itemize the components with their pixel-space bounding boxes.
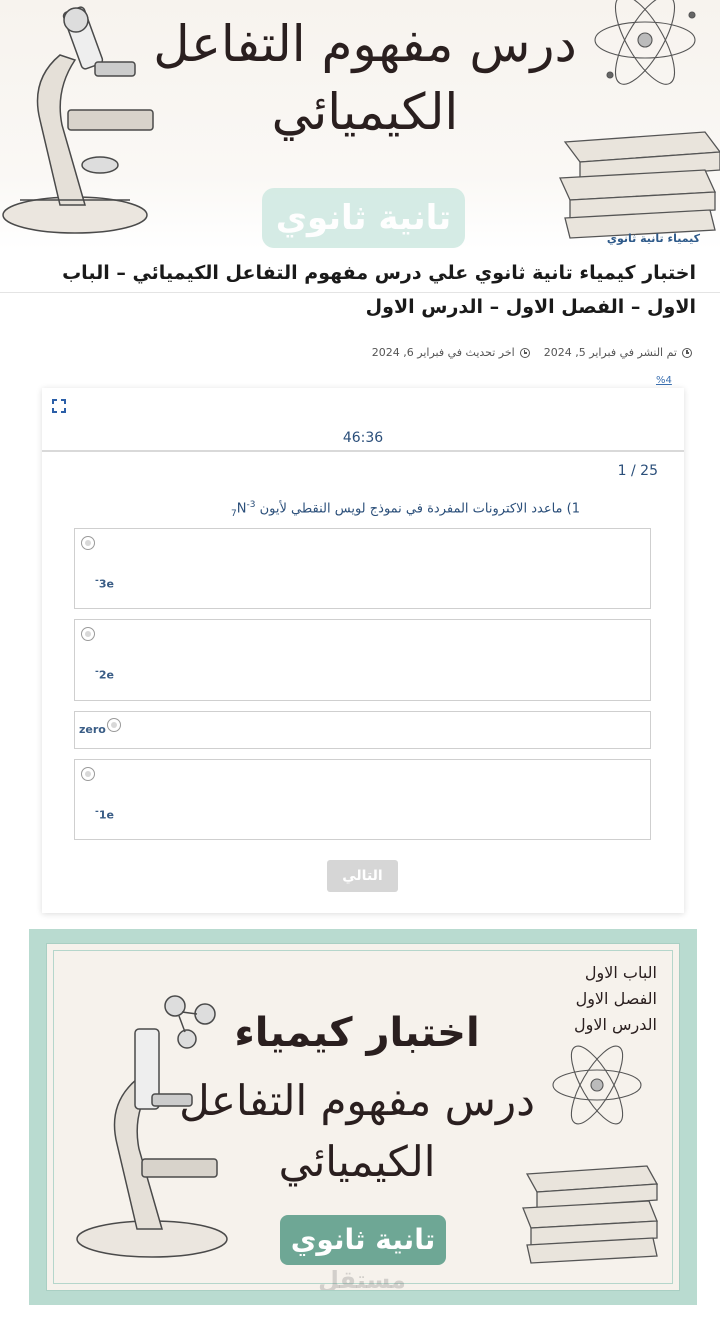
poster-title-line3: الكيميائي (278, 1137, 436, 1186)
fullscreen-icon[interactable] (52, 399, 66, 413)
books-illustration (559, 131, 720, 239)
quiz-timer: 46:36 (342, 430, 384, 446)
answer-option-1[interactable]: -3e (74, 528, 651, 609)
option-text: 1e (98, 808, 114, 822)
poster-grade-badge: تانية ثانوي (280, 1215, 446, 1265)
poster-card: الباب الاول الفصل الاول الدرس الاول اختب… (46, 943, 680, 1291)
lesson-chapter: الباب الاول (584, 963, 657, 982)
option-label: -1e (95, 806, 114, 822)
radio-button[interactable] (81, 536, 95, 550)
option-label: zero (79, 723, 106, 736)
lesson-section: الفصل الاول (575, 989, 657, 1008)
clock-icon (519, 347, 530, 358)
banner-title-line1: درس مفهوم التفاعل (153, 15, 577, 73)
hero-banner: درس مفهوم التفاعل الكيميائي تانية ثانوي … (0, 0, 720, 250)
answer-option-4[interactable]: -1e (74, 759, 651, 840)
article-title: اختبار كيمياء تانية ثانوي علي درس مفهوم … (62, 262, 696, 318)
banner-title-line2: الكيميائي (271, 83, 459, 141)
atom-illustration (594, 0, 696, 85)
question-counter: 1 / 25 (617, 463, 658, 479)
radio-button[interactable] (81, 767, 95, 781)
poster-title-line2: درس مفهوم التفاعل (179, 1076, 535, 1125)
next-button[interactable]: التالي (327, 860, 398, 892)
formula-element: N (236, 501, 247, 517)
quiz-divider (42, 450, 684, 452)
lesson-lesson: الدرس الاول (574, 1015, 657, 1034)
quiz-progress: %4 (656, 375, 672, 386)
answer-option-3[interactable]: zero (74, 711, 651, 749)
published-date: تم النشر في فبراير 5, 2024 (544, 346, 692, 359)
quiz-container: 46:36 1 / 25 1) ماعدد الاكترونات المفردة… (42, 388, 684, 913)
formula-superscript: -3 (246, 500, 256, 510)
question-prompt: 1) ماعدد الاكترونات المفردة في نموذج لوي… (259, 501, 580, 517)
banner-grade-badge: تانية ثانوي (262, 188, 465, 248)
option-label: -2e (95, 666, 114, 682)
answer-option-2[interactable]: -2e (74, 619, 651, 701)
quiz-poster-image: الباب الاول الفصل الاول الدرس الاول اختب… (29, 929, 697, 1305)
updated-text: اخر تحديث في فبراير 6, 2024 (371, 346, 515, 359)
question-formula: 7N-3 (231, 500, 255, 519)
header-divider (0, 292, 720, 293)
radio-button[interactable] (107, 718, 121, 732)
option-text: 3e (98, 577, 114, 591)
published-text: تم النشر في فبراير 5, 2024 (543, 346, 677, 359)
question-text: 1) ماعدد الاكترونات المفردة في نموذج لوي… (80, 500, 580, 519)
option-label: -3e (95, 575, 114, 591)
radio-button[interactable] (81, 627, 95, 641)
watermark-logo: مستقل (318, 1266, 406, 1291)
article-meta: تم النشر في فبراير 5, 2024 اخر تحديث في … (372, 346, 692, 359)
clock-icon (682, 347, 692, 358)
poster-title-line1: اختبار كيمياء (234, 1010, 480, 1056)
updated-date: اخر تحديث في فبراير 6, 2024 (372, 346, 530, 359)
option-text: zero (79, 723, 106, 736)
poster-lesson-list: الباب الاول الفصل الاول الدرس الاول (574, 960, 657, 1038)
option-text: 2e (98, 668, 114, 682)
banner-category-tag[interactable]: كيمياء تانية ثانوي (590, 232, 700, 245)
